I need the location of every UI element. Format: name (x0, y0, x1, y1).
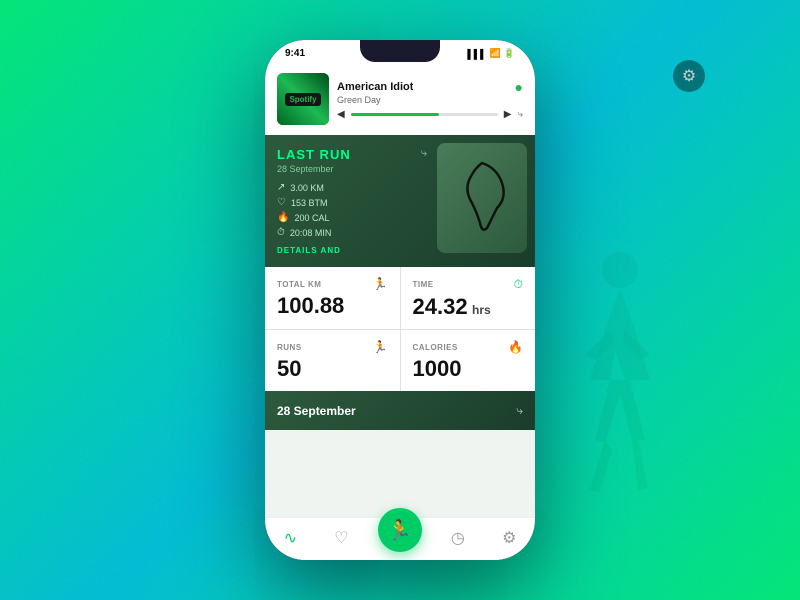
timer-nav-icon: ◷ (451, 528, 465, 548)
time-value: 20:08 MIN (290, 228, 332, 238)
bg-runner-silhouette (520, 240, 720, 520)
time-icon: ⏱ (277, 227, 285, 238)
signal-icon: ▌▌▌ (467, 49, 486, 59)
stat-time-header: TIME ⏱ (413, 277, 524, 292)
activity-icon: ∿ (284, 528, 297, 548)
map-route (437, 143, 527, 253)
route-svg (442, 148, 522, 248)
status-icons: ▌▌▌ 📶 🔋 (467, 48, 515, 59)
spotify-green-icon: ● (515, 79, 523, 95)
stat-calories: CALORIES 🔥 1000 (401, 330, 536, 391)
scroll-content[interactable]: Spotify American Idiot ● Green Day ◀ ▶ (265, 63, 535, 517)
stat-runs-label: RUNS (277, 343, 302, 352)
stat-runs-header: RUNS 🏃 (277, 340, 388, 354)
history-share-icon[interactable]: ⤷ (516, 403, 523, 418)
stats-grid: TOTAL KM 🏃 100.88 TIME ⏱ 24.32 hr (265, 267, 535, 391)
history-date: 28 September (277, 404, 356, 418)
history-strip[interactable]: 28 September ⤷ (265, 391, 535, 430)
heart-value: 153 BTM (291, 198, 328, 208)
settings-nav-icon: ⚙ (502, 528, 516, 548)
phone-screen: 9:41 ▌▌▌ 📶 🔋 Spotify American Idiot ● (265, 40, 535, 560)
bottom-nav: ∿ ♡ 🏃 ◷ ⚙ (265, 517, 535, 560)
distance-value: 3.00 KM (290, 183, 324, 193)
stat-runs-icon: 🏃 (373, 340, 388, 354)
prev-button[interactable]: ◀ (337, 109, 345, 120)
stat-time-icon: ⏱ (514, 277, 523, 292)
wifi-icon: 📶 (490, 48, 501, 59)
stat-runs: RUNS 🏃 50 (265, 330, 400, 391)
phone-frame: 9:41 ▌▌▌ 📶 🔋 Spotify American Idiot ● (265, 40, 535, 560)
stat-cal-header: CALORIES 🔥 (413, 340, 524, 354)
album-art: Spotify (277, 73, 329, 125)
stat-km-icon: 🏃 (373, 277, 388, 291)
stat-heart: ♡ 153 BTM (277, 197, 412, 208)
cal-icon: 🔥 (277, 212, 289, 223)
nav-heart[interactable]: ♡ (326, 524, 356, 552)
stat-time-total: TIME ⏱ 24.32 hrs (401, 267, 536, 329)
stat-distance: ↗ 3.00 KM (277, 182, 412, 193)
cal-value: 200 CAL (294, 213, 329, 223)
nav-activity[interactable]: ∿ (276, 524, 305, 552)
next-button[interactable]: ▶ (504, 109, 512, 120)
map-overlay (437, 143, 527, 253)
nav-timer[interactable]: ◷ (443, 524, 473, 552)
progress-bar (351, 113, 498, 116)
progress-fill (351, 113, 439, 116)
stat-cal-label: CALORIES (413, 343, 458, 352)
stat-cal: 🔥 200 CAL (277, 212, 412, 223)
stat-cal-icon2: 🔥 (508, 340, 523, 354)
music-card: Spotify American Idiot ● Green Day ◀ ▶ (265, 63, 535, 135)
heart-stat-icon: ♡ (277, 197, 286, 208)
stat-cal-value-wrap: 1000 (413, 358, 524, 381)
music-artist: Green Day (337, 95, 523, 105)
last-run-card: ⤷ LAST RUN 28 September ↗ 3.00 KM ♡ 153 … (265, 135, 535, 267)
share-music-icon[interactable]: ⤷ (517, 109, 523, 120)
gear-corner-button[interactable]: ⚙ (673, 60, 705, 92)
nav-run-center[interactable]: 🏃 (378, 508, 422, 552)
status-time: 9:41 (285, 48, 305, 59)
phone-notch (360, 40, 440, 62)
heart-nav-icon: ♡ (334, 528, 348, 548)
spotify-logo: Spotify (285, 93, 320, 106)
stat-time-value-wrap: 24.32 hrs (413, 296, 524, 319)
stat-runs-value-wrap: 50 (277, 358, 388, 381)
nav-settings[interactable]: ⚙ (494, 524, 524, 552)
music-controls: ◀ ▶ ⤷ (337, 109, 523, 120)
music-info: American Idiot ● Green Day ◀ ▶ ⤷ (337, 79, 523, 120)
run-stats: ↗ 3.00 KM ♡ 153 BTM 🔥 200 CAL ⏱ 20:08 MI… (277, 182, 412, 238)
share-lastrun-icon[interactable]: ⤷ (421, 147, 427, 160)
music-title: American Idiot (337, 81, 413, 93)
stat-time-label: TIME (413, 280, 434, 289)
stat-km-header: TOTAL KM 🏃 (277, 277, 388, 291)
battery-icon: 🔋 (504, 48, 515, 59)
stat-time: ⏱ 20:08 MIN (277, 227, 412, 238)
stat-km-label: TOTAL KM (277, 280, 321, 289)
distance-icon: ↗ (277, 182, 285, 193)
stat-km-value: 100.88 (277, 295, 388, 318)
stat-total-km: TOTAL KM 🏃 100.88 (265, 267, 400, 329)
run-center-icon: 🏃 (387, 518, 412, 543)
gear-corner-icon: ⚙ (682, 66, 696, 86)
